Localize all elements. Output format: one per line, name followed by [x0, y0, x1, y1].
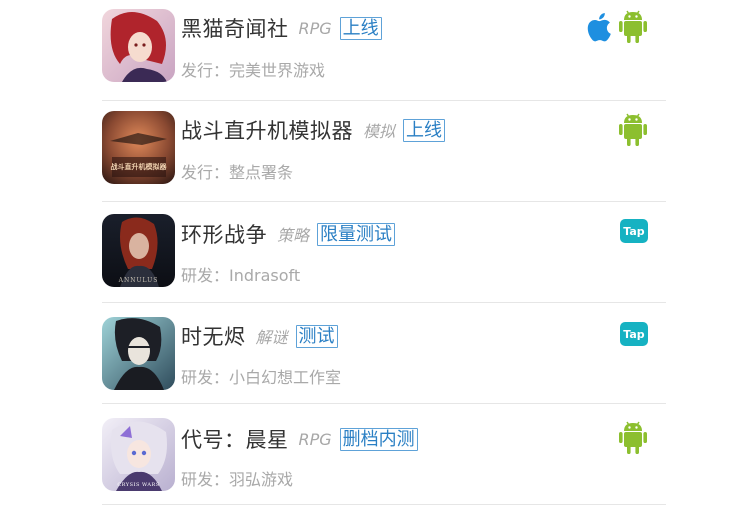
title-line: 环形战争 策略 限量测试 — [181, 219, 396, 249]
status-badge: 测试 — [295, 324, 338, 348]
game-name[interactable]: 代号：晨星 — [181, 424, 289, 454]
game-row[interactable]: CRYSIS WARS 代号：晨星 RPG 删档内测 研发：羽弘游戏 — [102, 404, 666, 505]
status-badge: 上线 — [403, 118, 446, 142]
game-cover-image[interactable] — [102, 317, 175, 390]
game-genre: 策略 — [277, 226, 310, 245]
publisher-text: 发行：完美世界游戏 — [181, 61, 326, 80]
game-cover-image[interactable]: CRYSIS WARS — [102, 418, 175, 491]
game-row[interactable]: ANNULUS 环形战争 策略 限量测试 研发：Indrasoft Tap — [102, 202, 666, 303]
status-badge: 上线 — [339, 16, 382, 40]
status-badge: 限量测试 — [317, 222, 396, 246]
title-line: 时无烬 解谜 测试 — [181, 322, 338, 350]
game-name[interactable]: 环形战争 — [181, 219, 267, 249]
cover-caption: ANNULUS — [118, 277, 159, 284]
game-cover-image[interactable]: 战斗直升机模拟器 — [102, 111, 175, 184]
game-genre: 模拟 — [363, 122, 396, 141]
platform-icons — [584, 10, 648, 44]
title-line: 战斗直升机模拟器 模拟 上线 — [181, 115, 446, 145]
taptap-icon: Tap — [620, 219, 648, 243]
game-name[interactable]: 时无烬 — [181, 321, 246, 351]
game-row[interactable]: 时无烬 解谜 测试 研发：小白幻想工作室 Tap — [102, 303, 666, 404]
platform-icons — [618, 113, 648, 147]
game-genre: RPG — [298, 18, 332, 38]
game-row[interactable]: 黑猫奇闻社 RPG 上线 发行：完美世界游戏 — [102, 0, 666, 101]
taptap-icon: Tap — [620, 322, 648, 346]
game-genre: 解谜 — [255, 328, 288, 347]
publisher-text: 发行：整点署条 — [181, 163, 294, 182]
title-line: 代号：晨星 RPG 删档内测 — [181, 425, 418, 453]
game-genre: RPG — [298, 429, 332, 449]
platform-icons: Tap — [620, 322, 648, 346]
platform-icons: Tap — [620, 219, 648, 243]
title-line: 黑猫奇闻社 RPG 上线 — [181, 14, 382, 42]
android-icon — [619, 10, 647, 43]
cover-caption: 战斗直升机模拟器 — [111, 162, 168, 171]
cover-caption: CRYSIS WARS — [117, 482, 159, 488]
android-icon — [619, 421, 647, 454]
game-cover-image[interactable] — [102, 9, 175, 82]
game-list: 黑猫奇闻社 RPG 上线 发行：完美世界游戏 战斗直升机模拟器 战斗直升机模拟器… — [102, 0, 666, 505]
android-icon — [619, 113, 647, 146]
publisher-text: 研发：羽弘游戏 — [181, 470, 294, 489]
status-badge: 删档内测 — [339, 427, 418, 451]
game-name[interactable]: 战斗直升机模拟器 — [181, 115, 353, 145]
publisher-text: 研发：小白幻想工作室 — [181, 368, 342, 387]
platform-icons — [618, 421, 648, 455]
game-cover-image[interactable]: ANNULUS — [102, 214, 175, 287]
game-row[interactable]: 战斗直升机模拟器 战斗直升机模拟器 模拟 上线 发行：整点署条 — [102, 101, 666, 202]
apple-icon — [587, 13, 611, 42]
publisher-text: 研发：Indrasoft — [181, 266, 301, 285]
game-name[interactable]: 黑猫奇闻社 — [181, 13, 289, 43]
